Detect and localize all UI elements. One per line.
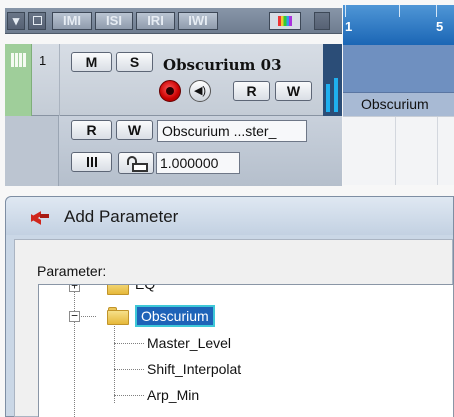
- dialog-titlebar[interactable]: Add Parameter: [6, 197, 453, 235]
- toolbar-global-mute-button[interactable]: IMI: [52, 12, 92, 30]
- read-automation-button[interactable]: R: [233, 81, 270, 101]
- automation-lane-grid[interactable]: [343, 117, 454, 185]
- parameter-label: Parameter:: [37, 263, 107, 279]
- parameter-tree[interactable]: + EQ − Obscurium Master_Level Shift_Inte…: [38, 284, 454, 417]
- track-color-button[interactable]: [269, 12, 301, 30]
- dialog-client-area: Parameter: + EQ − Obscurium Master_Level…: [14, 239, 454, 417]
- toolbar-global-write-button[interactable]: IWI: [178, 12, 218, 30]
- tree-collapse-toggle[interactable]: −: [69, 310, 80, 322]
- toolbar-divider-handle[interactable]: [314, 12, 330, 30]
- track-divider: [59, 44, 60, 116]
- toolbar-global-solo-button[interactable]: ISI: [95, 12, 133, 30]
- tree-item-obscurium[interactable]: Obscurium: [135, 305, 215, 327]
- ruler-bar-1: 1: [345, 19, 353, 34]
- sheet-icon: [32, 16, 42, 25]
- automation-lane-color: [5, 116, 59, 186]
- timeline-ruler[interactable]: 1 5: [343, 5, 454, 45]
- tree-connector: [114, 343, 144, 344]
- instrument-track[interactable]: 1 M S Obscurium 03 ◀) R W: [5, 44, 342, 116]
- ruler-bar-5: 5: [436, 19, 444, 34]
- automation-lane[interactable]: R W Obscurium ...ster_ 1.000000: [5, 116, 342, 186]
- record-enable-button[interactable]: [159, 80, 181, 102]
- write-automation-button[interactable]: W: [275, 81, 312, 101]
- tree-item-master-level[interactable]: Master_Level: [147, 335, 231, 351]
- folder-icon: [107, 285, 129, 295]
- mute-button[interactable]: M: [71, 52, 112, 72]
- automation-parameter-selector[interactable]: Obscurium ...ster_: [157, 120, 307, 142]
- track-list-toolbar: ▾ IMI ISI IRI IWI: [5, 8, 342, 34]
- toolbar-global-read-button[interactable]: IRI: [136, 12, 175, 30]
- event-display[interactable]: Obscurium: [343, 45, 454, 185]
- automation-value-field[interactable]: 1.000000: [156, 152, 240, 174]
- track-color-strip: [5, 44, 32, 116]
- ruler-tick: [399, 5, 400, 17]
- automation-read-button[interactable]: R: [71, 120, 112, 140]
- tree-connector: [114, 369, 144, 370]
- track-name[interactable]: Obscurium 03: [163, 56, 282, 74]
- collapse-arrow-button[interactable]: ▾: [7, 12, 25, 30]
- lock-button[interactable]: [118, 152, 154, 174]
- add-parameter-dialog: Add Parameter Parameter: + EQ − Obscuriu…: [5, 196, 454, 417]
- tree-connector: [114, 323, 115, 403]
- tree-item-arp-min[interactable]: Arp_Min: [147, 387, 199, 403]
- automation-write-button[interactable]: W: [116, 120, 153, 140]
- keyboard-icon: [11, 53, 27, 67]
- automation-mute-button[interactable]: [71, 152, 112, 172]
- tree-connector: [114, 395, 144, 396]
- ruler-tick: [345, 5, 346, 17]
- track-level-meter: [323, 44, 342, 116]
- tree-item-eq[interactable]: EQ: [135, 285, 155, 292]
- color-palette-icon: [278, 16, 292, 26]
- cubase-app-icon: [31, 209, 49, 225]
- track-number: 1: [39, 53, 47, 68]
- tree-expander-eq[interactable]: +: [69, 285, 80, 292]
- ruler-tick: [436, 5, 437, 17]
- midi-part-label[interactable]: Obscurium: [343, 92, 454, 116]
- folder-open-icon: [107, 307, 129, 325]
- solo-button[interactable]: S: [116, 52, 153, 72]
- bars-icon: [86, 154, 98, 170]
- sheet-icon-button[interactable]: [28, 12, 46, 30]
- speaker-icon: ◀): [193, 85, 207, 97]
- tree-connector: [74, 285, 75, 417]
- midi-part-body[interactable]: [343, 45, 454, 92]
- dialog-title: Add Parameter: [64, 207, 179, 226]
- tree-item-shift-interpolat[interactable]: Shift_Interpolat: [147, 361, 241, 377]
- monitor-button[interactable]: ◀): [189, 80, 211, 102]
